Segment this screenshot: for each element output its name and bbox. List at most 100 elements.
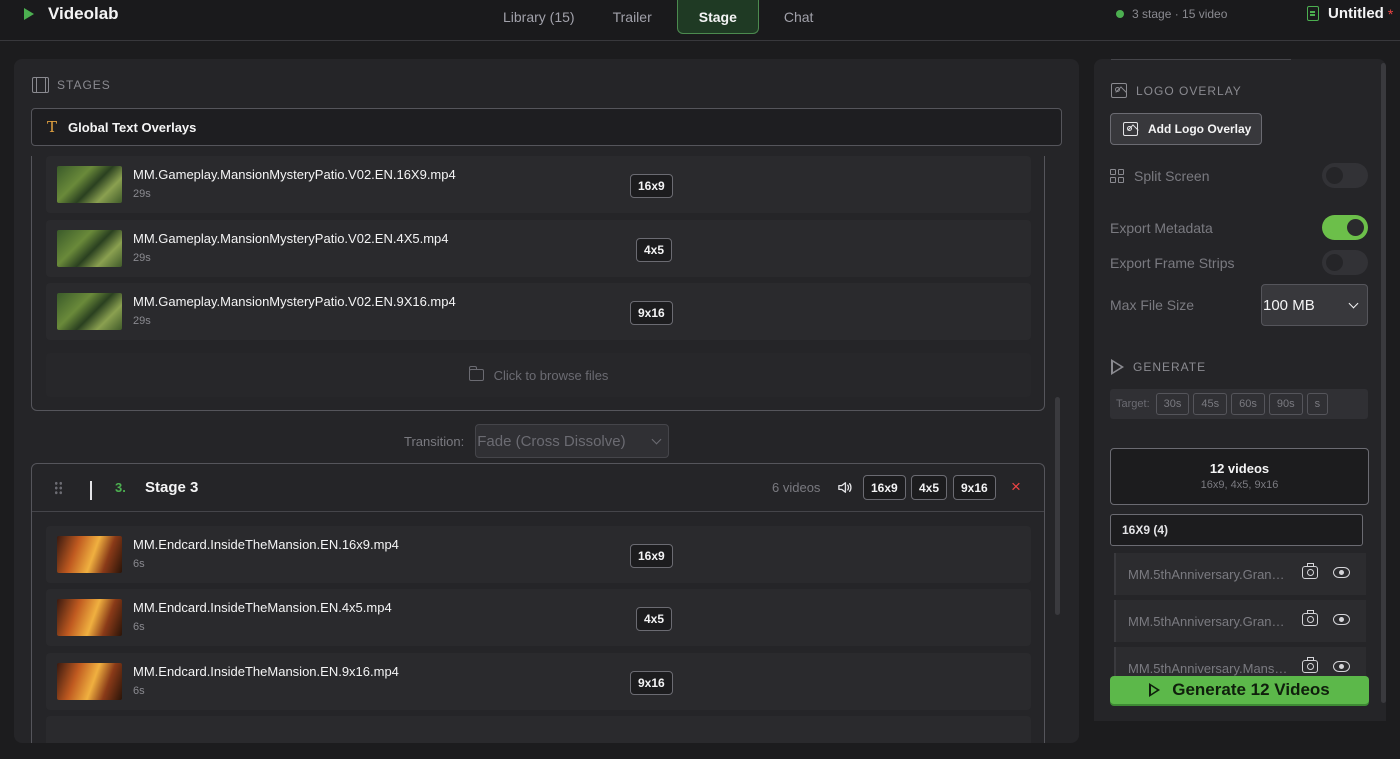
video-filename: MM.Gameplay.MansionMysteryPatio.V02.EN.9…: [133, 294, 456, 309]
video-thumbnail: [57, 536, 122, 573]
video-row[interactable]: MM.Gameplay.MansionMysteryPatio.V02.EN.4…: [46, 220, 1031, 277]
remove-stage-icon[interactable]: ×: [1011, 477, 1021, 497]
unsaved-marker: *: [1387, 5, 1394, 22]
output-summary: 12 videos 16x9, 4x5, 9x16: [1110, 448, 1369, 505]
video-row[interactable]: MM.Endcard.InsideTheMansion.EN.9x16.mp4 …: [46, 653, 1031, 710]
stage-ratio-9x16-button[interactable]: 9x16: [953, 475, 996, 500]
ratio-badge: 4x5: [636, 607, 673, 631]
ratio-badge: 4x5: [636, 238, 673, 262]
video-thumbnail: [57, 230, 122, 267]
stage-2-card: MM.Gameplay.MansionMysteryPatio.V02.EN.1…: [31, 156, 1045, 411]
export-metadata-toggle[interactable]: [1322, 215, 1368, 240]
output-group-header[interactable]: 16X9 (4): [1110, 514, 1363, 546]
video-duration: 6s: [133, 558, 145, 570]
output-list-item[interactable]: MM.5thAnniversary.GrandOpening: [1114, 600, 1366, 642]
logo-overlay-title: LOGO OVERLAY: [1136, 83, 1242, 98]
export-frame-strips-toggle[interactable]: [1322, 250, 1368, 275]
stage-ratio-16x9-button[interactable]: 16x9: [863, 475, 906, 500]
video-row[interactable]: [46, 716, 1031, 743]
stage-video-count: 6 videos: [772, 480, 821, 495]
generate-videos-button[interactable]: Generate 12 Videos: [1110, 676, 1369, 704]
output-filename: MM.5thAnniversary.GrandOpening: [1128, 566, 1288, 582]
video-thumbnail: [57, 663, 122, 700]
chevron-down-icon: [1348, 298, 1359, 308]
browse-files-dropzone[interactable]: Click to browse files: [46, 353, 1031, 397]
brand[interactable]: Videolab: [24, 4, 119, 24]
chevron-down-icon: [90, 481, 92, 500]
target-45s-chip[interactable]: 45s: [1193, 393, 1228, 415]
stages-scrollbar[interactable]: [1055, 397, 1060, 615]
divider: [1111, 59, 1291, 60]
output-list-item[interactable]: MM.5thAnniversary.GrandOpening: [1114, 553, 1366, 595]
app-name: Videolab: [48, 4, 119, 23]
video-filename: MM.Endcard.InsideTheMansion.EN.9x16.mp4: [133, 664, 399, 679]
max-file-size-value: 100 MB: [1263, 296, 1315, 314]
target-duration-row: Target: 30s 45s 60s 90s s: [1110, 389, 1368, 419]
transition-control: Transition: Fade (Cross Dissolve): [404, 424, 670, 458]
speaker-icon[interactable]: [837, 480, 852, 495]
browse-files-label: Click to browse files: [493, 367, 609, 383]
video-duration: 29s: [133, 188, 151, 200]
eye-icon[interactable]: [1333, 567, 1350, 578]
collapse-toggle[interactable]: [90, 481, 92, 500]
output-ratios: 16x9, 4x5, 9x16: [1200, 479, 1279, 491]
stages-header: STAGES: [32, 77, 111, 93]
video-thumbnail: [57, 599, 122, 636]
target-custom-chip[interactable]: s: [1306, 393, 1329, 415]
grid-icon: [1110, 168, 1124, 183]
status-text: 3 stage · 15 video: [1132, 7, 1228, 21]
camera-icon[interactable]: [1302, 563, 1318, 579]
stage-name[interactable]: Stage 3: [145, 479, 198, 496]
global-text-overlays-button[interactable]: T Global Text Overlays: [31, 108, 1062, 146]
add-logo-overlay-button[interactable]: Add Logo Overlay: [1110, 113, 1262, 145]
video-duration: 6s: [133, 685, 145, 697]
target-30s-chip[interactable]: 30s: [1155, 393, 1190, 415]
max-file-size-label: Max File Size: [1110, 297, 1195, 313]
stages-panel: STAGES T Global Text Overlays MM.Gamepla…: [14, 59, 1079, 743]
generate-header: GENERATE: [1111, 359, 1206, 375]
sidebar-scrollbar[interactable]: [1381, 63, 1386, 703]
tab-library[interactable]: Library (15): [484, 0, 594, 34]
eye-icon[interactable]: [1333, 614, 1350, 625]
split-screen-toggle[interactable]: [1322, 163, 1368, 188]
play-icon: [1111, 359, 1124, 375]
video-row[interactable]: MM.Gameplay.MansionMysteryPatio.V02.EN.9…: [46, 283, 1031, 340]
status-dot-icon: [1116, 10, 1124, 18]
stage-ratio-4x5-button[interactable]: 4x5: [911, 475, 948, 500]
split-screen-label: Split Screen: [1134, 167, 1210, 184]
document-icon: [1307, 6, 1319, 21]
add-logo-overlay-label: Add Logo Overlay: [1148, 122, 1252, 136]
max-file-size-select[interactable]: 100 MB: [1261, 284, 1368, 326]
drag-handle-icon[interactable]: [54, 481, 63, 495]
camera-icon[interactable]: [1302, 657, 1318, 673]
video-row[interactable]: MM.Endcard.InsideTheMansion.EN.4x5.mp4 6…: [46, 589, 1031, 646]
main-tabs: Library (15) Trailer Stage Chat: [484, 0, 832, 34]
transition-label: Transition:: [404, 433, 465, 449]
tab-trailer[interactable]: Trailer: [594, 0, 671, 34]
logo-overlay-header: LOGO OVERLAY: [1111, 83, 1242, 98]
transition-select[interactable]: Fade (Cross Dissolve): [475, 424, 670, 458]
export-frame-strips-row: Export Frame Strips: [1110, 250, 1368, 275]
video-row[interactable]: MM.Endcard.InsideTheMansion.EN.16x9.mp4 …: [46, 526, 1031, 583]
image-icon: [1111, 83, 1127, 98]
target-90s-chip[interactable]: 90s: [1268, 393, 1303, 415]
stage-3-header: 3. Stage 3 6 videos 16x9 4x5 9x16 ×: [32, 464, 1044, 512]
document-name: Untitled: [1328, 5, 1384, 22]
video-filename: MM.Gameplay.MansionMysteryPatio.V02.EN.1…: [133, 167, 456, 182]
folder-icon: [468, 366, 484, 381]
output-filename: MM.5thAnniversary.GrandOpening: [1128, 613, 1288, 629]
max-file-size-row: Max File Size 100 MB: [1110, 284, 1368, 326]
eye-icon[interactable]: [1333, 661, 1350, 672]
tab-stage[interactable]: Stage: [676, 0, 759, 34]
document-title[interactable]: Untitled *: [1307, 5, 1393, 22]
video-row[interactable]: MM.Gameplay.MansionMysteryPatio.V02.EN.1…: [46, 156, 1031, 213]
project-status: 3 stage · 15 video: [1116, 7, 1227, 21]
stage-3-card: 3. Stage 3 6 videos 16x9 4x5 9x16 × MM.E…: [31, 463, 1045, 743]
tab-chat[interactable]: Chat: [765, 0, 833, 34]
target-60s-chip[interactable]: 60s: [1231, 393, 1265, 415]
export-metadata-label: Export Metadata: [1110, 219, 1213, 236]
camera-icon[interactable]: [1302, 610, 1318, 626]
video-filename: MM.Endcard.InsideTheMansion.EN.4x5.mp4: [133, 600, 392, 615]
target-label: Target:: [1116, 398, 1150, 410]
play-icon: [1149, 683, 1161, 697]
